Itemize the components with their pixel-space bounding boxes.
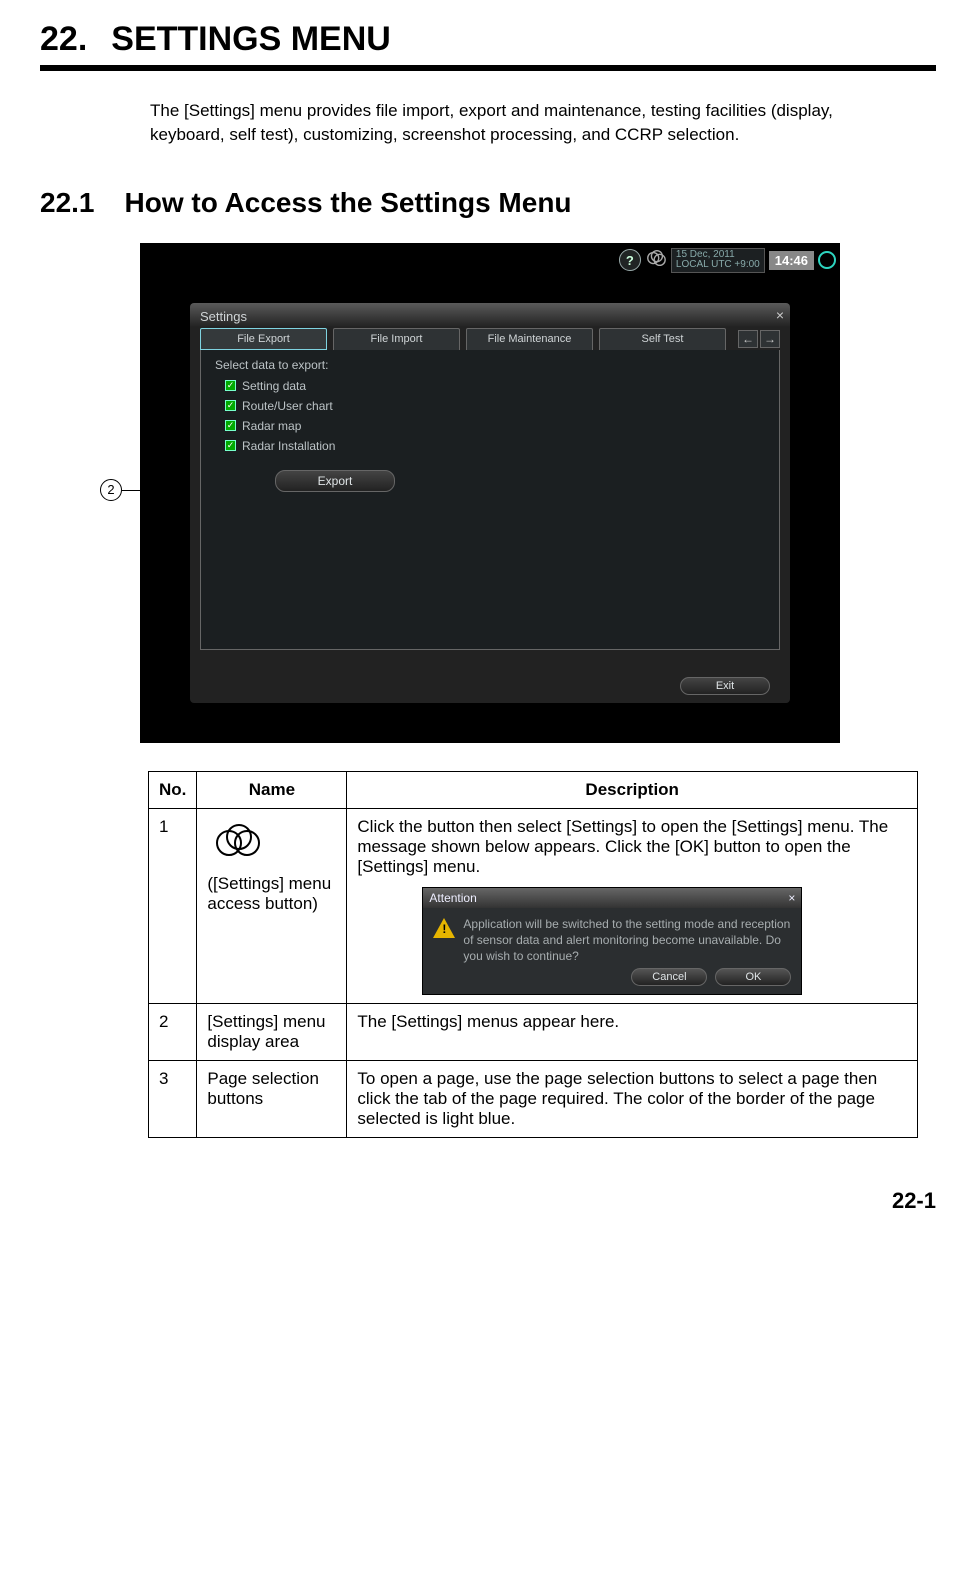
- check-radar-map[interactable]: ✓ Radar map: [215, 416, 765, 436]
- settings-tabs: File Export File Import File Maintenance…: [190, 328, 790, 350]
- menubar-tz: LOCAL UTC +9:00: [676, 260, 760, 271]
- row1-name: ([Settings] menu access button): [197, 808, 347, 1004]
- row1-no: 1: [149, 808, 197, 1004]
- check-label: Route/User chart: [242, 399, 333, 413]
- row2-no: 2: [149, 1004, 197, 1061]
- table-row: 2 [Settings] menu display area The [Sett…: [149, 1004, 918, 1061]
- check-route-userchart[interactable]: ✓ Route/User chart: [215, 396, 765, 416]
- cancel-button[interactable]: Cancel: [631, 968, 707, 986]
- status-ring-icon: [818, 251, 836, 269]
- table-row: 1 ([Settings] menu access button) Click …: [149, 808, 918, 1004]
- tab-file-import[interactable]: File Import: [333, 328, 460, 350]
- col-header-name: Name: [197, 771, 347, 808]
- settings-access-icon: [213, 819, 261, 866]
- tab-file-maintenance[interactable]: File Maintenance: [466, 328, 593, 350]
- exit-button[interactable]: Exit: [680, 677, 770, 695]
- check-label: Radar map: [242, 419, 301, 433]
- table-row: 3 Page selection buttons To open a page,…: [149, 1061, 918, 1138]
- attention-title: Attention: [429, 891, 476, 905]
- tab-file-export[interactable]: File Export: [200, 328, 327, 350]
- ok-button[interactable]: OK: [715, 968, 791, 986]
- parts-table: No. Name Description 1 ([Settings] menu …: [148, 771, 918, 1139]
- date-time-box: 15 Dec, 2011 LOCAL UTC +9:00: [671, 248, 765, 273]
- page-prev-button[interactable]: ←: [738, 330, 758, 348]
- callout-2: 2: [100, 479, 122, 501]
- export-button[interactable]: Export: [275, 470, 395, 492]
- section-heading: 22.1 How to Access the Settings Menu: [40, 187, 936, 219]
- chapter-number: 22.: [40, 20, 87, 59]
- intro-paragraph: The [Settings] menu provides file import…: [150, 99, 910, 147]
- top-menubar: ? 15 Dec, 2011 LOCAL UTC +9:00 14:46: [619, 247, 836, 274]
- attention-dialog: Attention × Application will be switched…: [422, 887, 802, 996]
- settings-access-icon[interactable]: [645, 247, 667, 274]
- row1-name-text: ([Settings] menu access button): [207, 874, 336, 914]
- warning-icon: [433, 918, 455, 938]
- section-title: How to Access the Settings Menu: [125, 187, 572, 219]
- settings-window-title: Settings: [190, 303, 790, 328]
- export-checklist: ✓ Setting data ✓ Route/User chart ✓ Rada…: [215, 376, 765, 456]
- figure: 1 2 3 ? 15 Dec, 2011 LOCAL UTC +9:00 14:…: [100, 243, 936, 743]
- attention-message: Application will be switched to the sett…: [463, 916, 791, 965]
- screenshot-panel: ? 15 Dec, 2011 LOCAL UTC +9:00 14:46 Set…: [140, 243, 840, 743]
- row3-name: Page selection buttons: [197, 1061, 347, 1138]
- row3-no: 3: [149, 1061, 197, 1138]
- settings-window: Settings × File Export File Import File …: [190, 303, 790, 703]
- col-header-desc: Description: [347, 771, 918, 808]
- chapter-title: SETTINGS MENU: [111, 20, 391, 59]
- row2-desc: The [Settings] menus appear here.: [347, 1004, 918, 1061]
- attention-titlebar: Attention ×: [423, 888, 801, 908]
- export-prompt: Select data to export:: [215, 358, 765, 372]
- checkbox-icon[interactable]: ✓: [225, 400, 236, 411]
- row1-desc-text: Click the button then select [Settings] …: [357, 817, 888, 876]
- row1-desc: Click the button then select [Settings] …: [347, 808, 918, 1004]
- col-header-no: No.: [149, 771, 197, 808]
- menubar-time: 14:46: [769, 251, 814, 270]
- checkbox-icon[interactable]: ✓: [225, 380, 236, 391]
- close-icon[interactable]: ×: [776, 307, 784, 323]
- tab-self-test[interactable]: Self Test: [599, 328, 726, 350]
- row2-name: [Settings] menu display area: [197, 1004, 347, 1061]
- page-number: 22-1: [40, 1188, 936, 1214]
- checkbox-icon[interactable]: ✓: [225, 420, 236, 431]
- checkbox-icon[interactable]: ✓: [225, 440, 236, 451]
- page-next-button[interactable]: →: [760, 330, 780, 348]
- help-icon[interactable]: ?: [619, 249, 641, 271]
- close-icon[interactable]: ×: [788, 891, 795, 905]
- section-number: 22.1: [40, 187, 95, 219]
- check-setting-data[interactable]: ✓ Setting data: [215, 376, 765, 396]
- check-label: Setting data: [242, 379, 306, 393]
- chapter-heading: 22. SETTINGS MENU: [40, 20, 936, 59]
- row3-desc: To open a page, use the page selection b…: [347, 1061, 918, 1138]
- page-selection-buttons: ← →: [738, 328, 780, 350]
- chapter-rule: [40, 65, 936, 71]
- settings-body: Select data to export: ✓ Setting data ✓ …: [200, 350, 780, 650]
- check-radar-installation[interactable]: ✓ Radar Installation: [215, 436, 765, 456]
- check-label: Radar Installation: [242, 439, 335, 453]
